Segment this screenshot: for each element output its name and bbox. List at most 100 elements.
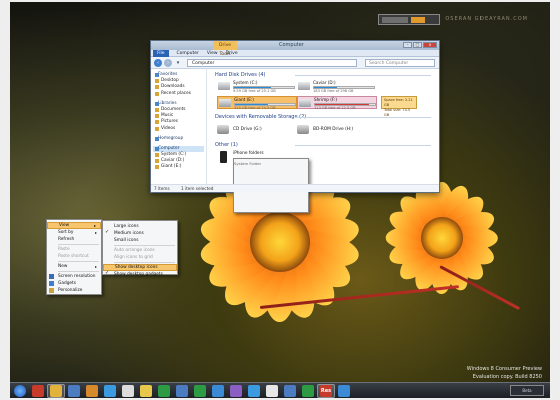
taskbar-app-icon[interactable] — [230, 385, 242, 397]
menu-item-screen-resolution[interactable]: Screen resolution — [47, 273, 101, 280]
nav-item-label: Caviar (D:) — [161, 158, 185, 164]
menu-item-show-desktop-icons[interactable]: Show desktop icons — [103, 264, 177, 271]
menu-item-align-icons-to-grid[interactable]: Align icons to grid — [103, 254, 177, 261]
menu-item-personalize[interactable]: Personalize — [47, 287, 101, 294]
menu-item-label: Auto arrange icons — [114, 248, 155, 253]
drive-tile[interactable]: Shrimp (F:) 113 GB free of 12.5 GB — [297, 96, 377, 110]
nav-item-label: Recent places — [161, 90, 192, 96]
tab-file[interactable]: File — [153, 49, 169, 57]
menu-item-paste-shortcut[interactable]: Paste shortcut — [47, 253, 101, 260]
menu-item-sort-by[interactable]: Sort by ▸ — [47, 229, 101, 236]
nav-item-label: Homegroup — [158, 135, 184, 141]
menu-item-auto-arrange-icons[interactable]: Auto arrange icons — [103, 247, 177, 254]
drive-name: Caviar (D:) — [313, 80, 336, 85]
window-controls: – □ x — [403, 42, 437, 48]
taskbar-app-icon[interactable] — [50, 385, 62, 397]
menu-item-view[interactable]: View ▸ — [47, 222, 101, 229]
screenshot-frame: OSERAN GI DEAYRAN.COM Drive Tools Comput… — [0, 0, 560, 400]
nav-item-homegroup[interactable]: Homegroup — [153, 136, 204, 142]
address-row: ‹ › ▾ Computer Search Computer — [151, 57, 439, 69]
hard-drive-icon — [219, 99, 231, 107]
drive-usage-fill — [235, 104, 268, 105]
menu-item-label: Align icons to grid — [114, 255, 153, 260]
drive-tile[interactable]: System (C:) 9.59 GB free of 25.1 GB — [217, 80, 297, 93]
taskbar-app-icon[interactable] — [68, 385, 80, 397]
folder-icon — [155, 159, 159, 164]
address-bar[interactable]: Computer — [187, 59, 357, 67]
taskbar-app-icon[interactable] — [194, 385, 206, 397]
forward-arrow-icon[interactable]: › — [164, 59, 172, 67]
drive-free-space: 183 GB free of 298 GB — [313, 89, 354, 93]
menu-item-new[interactable]: New ▸ — [47, 263, 101, 270]
nav-item-videos[interactable]: Videos — [153, 126, 204, 132]
tooltip-line: Total size: 74.5 GB — [384, 108, 411, 117]
drive-free-space: 113 GB free of 12.5 GB — [314, 106, 356, 110]
flower-center — [250, 212, 310, 272]
group-other[interactable]: Other (1) — [215, 141, 433, 149]
contextual-tab-drive-tools[interactable]: Drive Tools — [213, 41, 237, 57]
gadget-segment — [382, 17, 408, 23]
window-title: Computer — [279, 42, 304, 48]
taskbar-app-icon[interactable] — [302, 385, 314, 397]
tab-computer[interactable]: Computer — [177, 51, 199, 56]
taskbar-res-icon[interactable]: Res — [320, 385, 332, 397]
title-bar[interactable]: Drive Tools Computer – □ x — [151, 41, 439, 57]
start-button[interactable] — [14, 385, 26, 397]
desktop-context-menu: View ▸ Sort by ▸ Refresh Paste Paste shortcut N… — [46, 219, 102, 295]
submenu-arrow-icon: ▸ — [94, 230, 97, 235]
taskbar-app-icon[interactable] — [338, 385, 350, 397]
taskbar-app-icon[interactable] — [212, 385, 224, 397]
taskbar-app-icon[interactable] — [104, 385, 116, 397]
tab-view[interactable]: View — [207, 51, 218, 56]
nav-item-label: Libraries — [158, 100, 177, 106]
taskbar-app-icon[interactable] — [176, 385, 188, 397]
taskbar: Beta Res — [10, 382, 550, 398]
navigation-pane: Favorites Desktop Downloads Recent places Li… — [151, 69, 207, 185]
search-input[interactable]: Search Computer — [365, 59, 435, 67]
taskbar-app-icon[interactable] — [248, 385, 260, 397]
taskbar-app-icon[interactable] — [32, 385, 44, 397]
taskbar-app-icon[interactable] — [266, 385, 278, 397]
menu-item-label: Show desktop gadgets — [114, 272, 163, 277]
desktop[interactable]: OSERAN GI DEAYRAN.COM Drive Tools Comput… — [10, 2, 550, 398]
menu-item-small-icons[interactable]: Small icons — [103, 237, 177, 244]
nav-item-recent-places[interactable]: Recent places — [153, 91, 204, 97]
iphone-folder-label: iPhone folders — [233, 151, 264, 156]
back-arrow-icon[interactable]: ‹ — [154, 59, 162, 67]
menu-item-large-icons[interactable]: Large icons — [103, 223, 177, 230]
menu-item-refresh[interactable]: Refresh — [47, 236, 101, 243]
explorer-window[interactable]: Drive Tools Computer – □ x File Computer… — [150, 40, 440, 213]
tray-beta[interactable]: Beta — [510, 385, 544, 396]
taskbar-app-icon[interactable] — [140, 385, 152, 397]
other-list: iPhone folders System Folder — [215, 149, 433, 213]
watermark-right: DEAYRAN.COM — [480, 16, 528, 22]
drive-tile[interactable]: Caviar (D:) 183 GB free of 298 GB — [297, 80, 377, 93]
menu-item-paste[interactable]: Paste — [47, 246, 101, 253]
taskbar-app-icon[interactable] — [86, 385, 98, 397]
maximize-button[interactable]: □ — [413, 42, 422, 48]
menu-item-label: Personalize — [58, 288, 83, 293]
nav-item-label: Desktop — [161, 78, 179, 84]
nav-item-label: Videos — [161, 125, 176, 131]
version-line-1: Windows 8 Consumer Preview — [466, 366, 542, 372]
cd-drive-icon — [217, 125, 229, 134]
menu-item-gadgets[interactable]: Gadgets — [47, 280, 101, 287]
taskbar-app-icon[interactable] — [284, 385, 296, 397]
drive-tile[interactable]: Giant (E:) 325 GB free of 74.5 GB — [217, 96, 297, 110]
screen-resolution-icon — [49, 274, 54, 279]
recent-dropdown-icon[interactable]: ▾ — [175, 59, 181, 67]
taskbar-app-icon[interactable] — [122, 385, 134, 397]
taskbar-app-icon[interactable] — [158, 385, 170, 397]
folder-icon — [155, 79, 159, 84]
menu-item-show-desktop-gadgets[interactable]: Show desktop gadgets ✓ — [103, 270, 177, 278]
hard-drive-icon — [218, 82, 230, 90]
nav-item-giant-e[interactable]: Giant (E:) — [153, 164, 204, 170]
folder-icon — [155, 91, 159, 96]
bd-drive-label: BD-ROM Drive (H:) — [313, 127, 354, 132]
group-hard-disk-drives[interactable]: Hard Disk Drives (4) — [215, 71, 433, 79]
menu-item-medium-icons[interactable]: Medium icons ✓ — [103, 229, 177, 237]
minimize-button[interactable]: – — [403, 42, 412, 48]
folder-icon — [155, 114, 159, 119]
nav-item-label: Favorites — [158, 72, 178, 77]
close-button[interactable]: x — [423, 42, 437, 48]
